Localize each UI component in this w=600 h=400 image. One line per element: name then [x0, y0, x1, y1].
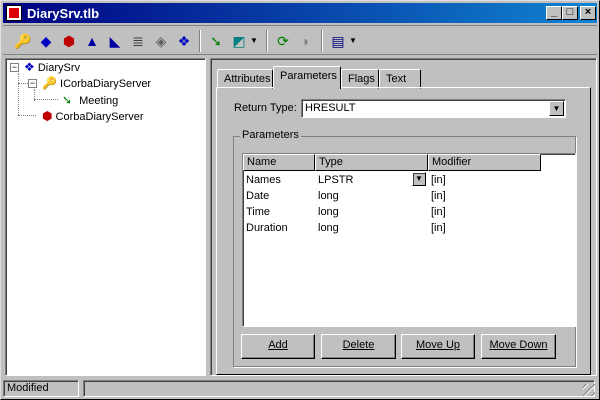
return-type-dropdown-arrow[interactable]: ▼	[549, 101, 564, 116]
toolbar: 🔑 ◆ ⬢ ▲ ◣ ≣ ◈ ❖ ➘ ◩ ▼ ⟳ ◗ ▤ ▼	[3, 25, 597, 55]
column-header-name[interactable]: Name	[243, 154, 315, 171]
new-property-dropdown-arrow[interactable]: ▼	[247, 30, 261, 52]
parameters-tab-page: Return Type: HRESULT ▼ Parameters Name T…	[216, 87, 591, 375]
type-library-tree[interactable]: − ❖ DiarySrv − 🔑 ICorbaDiaryServer ➘ Mee…	[5, 58, 206, 376]
new-module-icon[interactable]: ❖	[173, 30, 195, 52]
tree-item-meeting[interactable]: ➘ Meeting	[62, 92, 118, 108]
return-type-label: Return Type:	[234, 102, 297, 114]
tree-line	[18, 115, 36, 116]
move-up-button[interactable]: Move Up	[401, 334, 475, 359]
param-name-cell[interactable]: Duration	[246, 220, 288, 236]
toolbar-separator	[321, 30, 323, 52]
param-modifier-cell[interactable]: [in]	[431, 204, 446, 220]
close-button[interactable]: ×	[580, 6, 596, 20]
param-name-cell[interactable]: Time	[246, 204, 270, 220]
new-interface-icon[interactable]: 🔑	[12, 30, 34, 52]
parameters-group: Parameters Name Type Modifier Names LPSTR…	[233, 129, 576, 367]
refresh-icon[interactable]: ⟳	[272, 30, 294, 52]
tree-item-icorbadiaryserver[interactable]: 🔑 ICorbaDiaryServer	[42, 75, 151, 91]
tab-flags[interactable]: Flags	[341, 69, 379, 89]
minimize-button[interactable]: _	[546, 6, 562, 20]
new-record-icon[interactable]: ≣	[127, 30, 149, 52]
maximize-button[interactable]: □	[562, 6, 578, 20]
move-down-button[interactable]: Move Down	[481, 334, 556, 359]
collapse-root-toggle[interactable]: −	[10, 63, 19, 72]
new-coclass-icon[interactable]: ⬢	[58, 30, 80, 52]
type-library-icon: ❖	[24, 60, 35, 74]
title-bar[interactable]: DiarySrv.tlb _ □ ×	[3, 3, 597, 23]
tree-item-diarysrv[interactable]: ❖ DiarySrv	[24, 59, 80, 75]
method-icon: ➘	[62, 93, 73, 107]
status-pane-empty	[83, 380, 595, 397]
new-method-icon[interactable]: ➘	[205, 30, 227, 52]
tab-attributes[interactable]: Attributes	[217, 69, 273, 89]
column-header-type[interactable]: Type	[315, 154, 428, 171]
tab-text[interactable]: Text	[379, 69, 421, 89]
param-modifier-cell[interactable]: [in]	[431, 172, 446, 188]
tree-item-corbadiaryserver[interactable]: ⬢ CorbaDiaryServer	[42, 108, 144, 124]
return-type-combo[interactable]: HRESULT ▼	[301, 99, 566, 118]
new-alias-icon[interactable]: ◣	[104, 30, 126, 52]
interface-icon: 🔑	[42, 76, 57, 90]
param-type-cell[interactable]: long	[318, 204, 339, 220]
coclass-icon: ⬢	[42, 109, 53, 123]
param-type-cell[interactable]: long	[318, 188, 339, 204]
new-enum-icon[interactable]: ▲	[81, 30, 103, 52]
param-type-cell[interactable]: long	[318, 220, 339, 236]
tab-parameters[interactable]: Parameters	[273, 66, 341, 89]
app-icon[interactable]	[6, 5, 22, 21]
param-modifier-cell[interactable]: [in]	[431, 220, 446, 236]
export-dropdown-arrow[interactable]: ▼	[346, 30, 360, 52]
new-union-icon[interactable]: ◈	[150, 30, 172, 52]
param-type-cell[interactable]: LPSTR	[318, 172, 353, 188]
details-panel: Attributes Parameters Flags Text Return …	[210, 58, 597, 376]
status-bar: Modified	[3, 379, 597, 398]
parameters-group-label: Parameters	[240, 129, 301, 141]
toolbar-separator	[199, 30, 201, 52]
tree-line	[34, 99, 58, 100]
new-dispinterface-icon[interactable]: ◆	[35, 30, 57, 52]
add-button[interactable]: Add	[241, 334, 315, 359]
param-name-cell[interactable]: Date	[246, 188, 269, 204]
toolbar-separator	[266, 30, 268, 52]
resize-grip[interactable]	[583, 384, 595, 396]
tree-line	[18, 73, 19, 115]
type-dropdown-arrow[interactable]: ▼	[412, 172, 426, 186]
delete-button[interactable]: Delete	[321, 334, 396, 359]
register-icon[interactable]: ◗	[295, 30, 317, 52]
param-name-cell[interactable]: Names	[246, 172, 281, 188]
window-title: DiarySrv.tlb	[27, 6, 100, 21]
main-window: DiarySrv.tlb _ □ × 🔑 ◆ ⬢ ▲ ◣ ≣ ◈ ❖ ➘ ◩ ▼…	[0, 0, 600, 400]
status-text: Modified	[3, 380, 79, 397]
column-header-modifier[interactable]: Modifier	[428, 154, 541, 171]
param-modifier-cell[interactable]: [in]	[431, 188, 446, 204]
parameters-list[interactable]: Name Type Modifier Names LPSTR [in] Date lon…	[242, 153, 576, 327]
collapse-interface-toggle[interactable]: −	[28, 79, 37, 88]
